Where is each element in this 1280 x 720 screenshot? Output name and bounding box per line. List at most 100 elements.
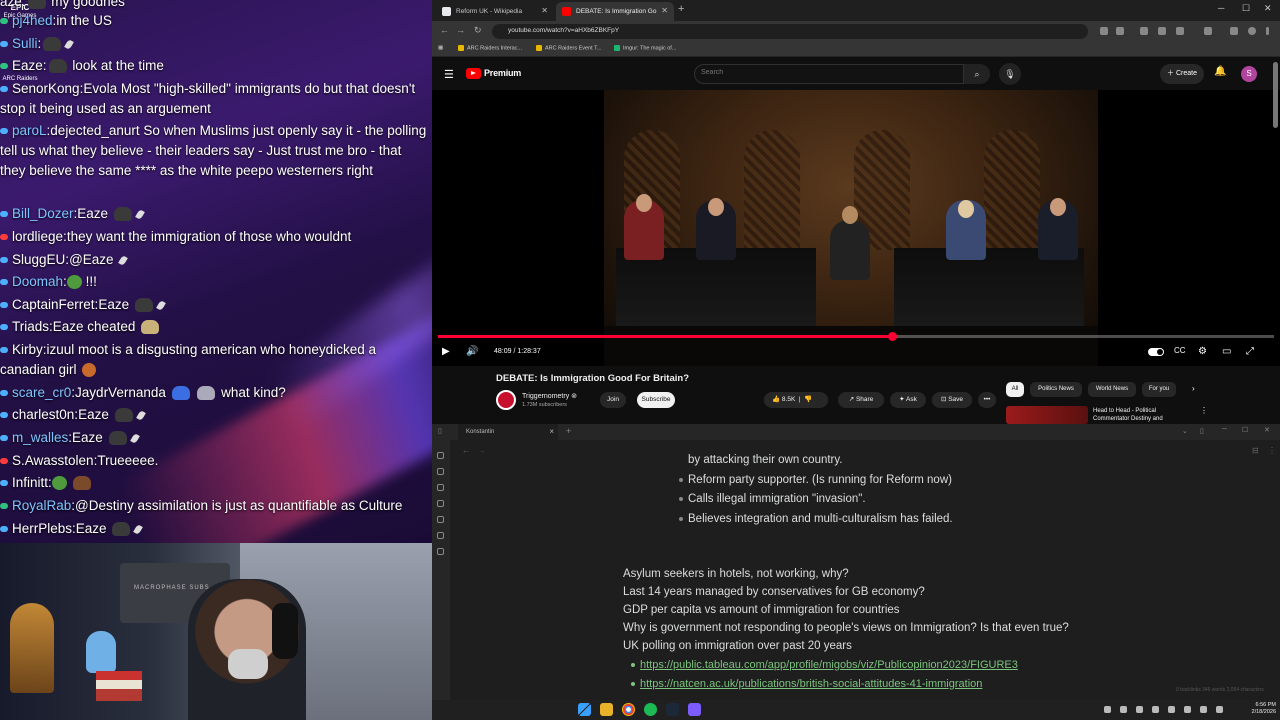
- recommended-thumbnail[interactable]: [1006, 406, 1088, 424]
- play-icon[interactable]: ▶: [442, 346, 450, 357]
- extension-icon[interactable]: [1158, 27, 1166, 35]
- join-button[interactable]: Join: [600, 392, 626, 408]
- extension-icon[interactable]: [1176, 27, 1184, 35]
- tab-youtube[interactable]: DEBATE: Is Immigration Go ✕: [556, 2, 674, 21]
- extension-icon[interactable]: [1100, 27, 1108, 35]
- youtube-brand[interactable]: Premium: [484, 68, 521, 78]
- chip-world-news[interactable]: World News: [1088, 382, 1136, 397]
- create-button[interactable]: ＋ Create: [1160, 64, 1204, 84]
- nav-back-icon[interactable]: ←: [462, 446, 470, 455]
- theater-mode-icon[interactable]: ▭: [1222, 346, 1231, 357]
- chip-all[interactable]: All: [1006, 382, 1024, 397]
- editor-tab[interactable]: Konstantin ×: [458, 424, 558, 440]
- more-vertical-icon[interactable]: ⋮: [1200, 406, 1208, 415]
- sidebar-toggle-icon[interactable]: ▯: [438, 427, 442, 435]
- search-box[interactable]: [694, 64, 964, 84]
- windows-start-icon[interactable]: [578, 703, 591, 716]
- forward-icon[interactable]: →: [456, 25, 465, 35]
- steam-icon[interactable]: [666, 703, 679, 716]
- spotify-icon[interactable]: [644, 703, 657, 716]
- nav-forward-icon[interactable]: →: [478, 446, 486, 455]
- fullscreen-icon[interactable]: ⤢: [1246, 346, 1254, 357]
- emote-icon: [82, 363, 97, 378]
- minimize-icon[interactable]: ─: [1218, 3, 1224, 13]
- star-icon[interactable]: [1116, 27, 1124, 35]
- new-tab-button[interactable]: +: [566, 426, 571, 436]
- channel-name[interactable]: Triggernometry ⊚: [522, 392, 577, 400]
- channel-avatar[interactable]: [496, 390, 516, 410]
- new-tab-button[interactable]: +: [678, 3, 684, 15]
- profile-icon[interactable]: [1248, 27, 1256, 35]
- chip-politics-news[interactable]: Politics News: [1030, 382, 1082, 397]
- notifications-bell-icon[interactable]: 🔔: [1214, 66, 1226, 77]
- avatar[interactable]: S: [1241, 66, 1257, 82]
- more-options-icon[interactable]: •••: [978, 392, 996, 408]
- volume-icon[interactable]: 🔊: [466, 346, 478, 357]
- search-icon[interactable]: ⌕: [964, 64, 990, 84]
- volume-icon[interactable]: [1216, 706, 1223, 713]
- bookmark-item[interactable]: ARC Raiders Interac...: [458, 45, 522, 51]
- video-frame[interactable]: [604, 90, 1098, 366]
- menu-dots-icon[interactable]: [1266, 27, 1269, 35]
- note-content[interactable]: ← → ⊟ ⋮ by attacking their own country. …: [432, 440, 1280, 700]
- bookmark-item[interactable]: ARC Raiders Event T...: [536, 45, 601, 51]
- scrubber-handle[interactable]: [887, 332, 897, 341]
- subscribe-button[interactable]: Subscribe: [637, 392, 675, 408]
- tray-app-icon[interactable]: [1184, 706, 1191, 713]
- maximize-icon[interactable]: ☐: [1242, 426, 1248, 434]
- captions-icon[interactable]: CC: [1174, 346, 1186, 355]
- recommended-title[interactable]: Head to Head - Political Commentator Des…: [1093, 407, 1193, 424]
- close-window-icon[interactable]: ✕: [1264, 3, 1272, 14]
- page-scrollbar[interactable]: [1273, 62, 1278, 128]
- obsidian-icon[interactable]: [688, 703, 701, 716]
- sidebar-right-icon[interactable]: ▯: [1200, 427, 1204, 435]
- tray-app-icon[interactable]: [1168, 706, 1175, 713]
- close-icon[interactable]: ✕: [661, 6, 668, 15]
- url-field[interactable]: youtube.com/watch?v=aHXb6ZBKFpY: [492, 24, 1088, 39]
- close-window-icon[interactable]: ✕: [1264, 426, 1270, 434]
- youtube-logo-icon[interactable]: [466, 68, 481, 79]
- tab-wikipedia[interactable]: Reform UK - Wikipedia ✕: [436, 2, 554, 21]
- back-icon[interactable]: ←: [440, 25, 449, 35]
- tray-app-icon[interactable]: [1120, 706, 1127, 713]
- chip-for-you[interactable]: For you: [1142, 382, 1176, 397]
- note-link[interactable]: https://natcen.ac.uk/publications/britis…: [631, 678, 982, 690]
- system-clock[interactable]: 6:56 PM 2/18/2026: [1240, 702, 1276, 716]
- chevron-down-icon[interactable]: ⌄: [1182, 427, 1188, 435]
- chevron-right-icon[interactable]: ›: [1192, 384, 1195, 393]
- chrome-icon[interactable]: [622, 703, 635, 716]
- microphone-icon[interactable]: 🎙: [999, 63, 1021, 85]
- search-input[interactable]: [701, 69, 951, 76]
- save-button[interactable]: ⊡ Save: [932, 392, 972, 408]
- tray-app-icon[interactable]: [1136, 706, 1143, 713]
- emote-icon: [27, 0, 46, 10]
- ask-button[interactable]: ✦ Ask: [890, 392, 926, 408]
- more-options-icon[interactable]: ⋮: [1268, 446, 1276, 455]
- settings-gear-icon[interactable]: ⚙: [1198, 346, 1207, 357]
- video-player[interactable]: ▶ 🔊 48:09 / 1:28:37 CC ⚙ ▭ ⤢: [432, 90, 1280, 366]
- file-explorer-icon[interactable]: [600, 703, 613, 716]
- emote-icon: [171, 386, 190, 401]
- reading-mode-icon[interactable]: ⊟: [1252, 446, 1259, 455]
- apps-icon[interactable]: ▦: [438, 45, 443, 51]
- reload-icon[interactable]: ↻: [474, 25, 482, 36]
- hamburger-menu-icon[interactable]: ☰: [444, 68, 454, 81]
- tray-app-icon[interactable]: [1152, 706, 1159, 713]
- close-icon[interactable]: ×: [549, 427, 554, 436]
- progress-bar[interactable]: [438, 332, 1274, 341]
- note-link[interactable]: https://public.tableau.com/app/profile/m…: [631, 659, 1018, 671]
- close-icon[interactable]: ✕: [541, 6, 548, 15]
- maximize-icon[interactable]: ☐: [1242, 3, 1250, 14]
- extension-icon[interactable]: [1204, 27, 1212, 35]
- extension-icon[interactable]: [1140, 27, 1148, 35]
- minimize-icon[interactable]: ─: [1222, 426, 1227, 433]
- download-icon[interactable]: [1230, 27, 1238, 35]
- feather-icon: [134, 209, 145, 220]
- network-icon[interactable]: [1200, 706, 1207, 713]
- autoplay-toggle[interactable]: [1148, 348, 1164, 356]
- badge-icon: [0, 526, 8, 533]
- bookmark-item[interactable]: Imgur: The magic of...: [614, 45, 676, 51]
- like-button[interactable]: 👍 8.5K | 👎: [764, 392, 828, 408]
- tray-chevron-icon[interactable]: [1104, 706, 1111, 713]
- share-button[interactable]: ↗ Share: [838, 392, 884, 408]
